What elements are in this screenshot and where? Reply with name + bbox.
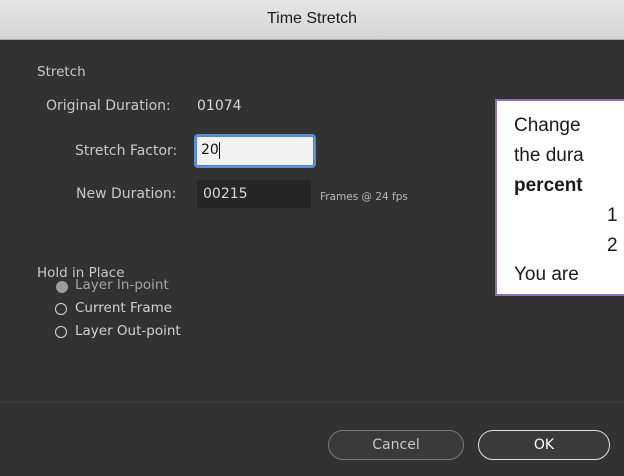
callout-line-5: 2	[607, 235, 618, 256]
original-duration-label: Original Duration:	[46, 98, 171, 114]
frames-rate-note: Frames @ 24 fps	[320, 191, 408, 203]
layer-out-point-radio[interactable]	[55, 326, 67, 338]
button-row-divider	[0, 402, 624, 403]
instruction-callout: Change the dura percent 1 2 You are	[495, 99, 624, 296]
new-duration-label: New Duration:	[76, 186, 177, 202]
stretch-factor-input[interactable]: 20	[196, 136, 314, 166]
stretch-factor-label: Stretch Factor:	[75, 143, 178, 159]
text-caret	[219, 142, 220, 159]
layer-in-point-radio[interactable]	[56, 281, 68, 293]
layer-out-point-label[interactable]: Layer Out-point	[75, 323, 181, 339]
callout-line-1: Change	[514, 115, 581, 136]
stretch-section-label: Stretch	[37, 64, 86, 80]
new-duration-value: 00215	[203, 186, 248, 202]
callout-line-4: 1	[607, 205, 618, 226]
stretch-factor-value: 20	[201, 142, 219, 158]
layer-in-point-label[interactable]: Layer In-point	[75, 277, 169, 293]
callout-line-2: the dura	[514, 145, 584, 166]
callout-line-3: percent	[514, 175, 583, 196]
callout-line-6: You are	[514, 264, 579, 285]
original-duration-value: 01074	[197, 98, 242, 114]
ok-button[interactable]: OK	[478, 430, 610, 460]
cancel-button[interactable]: Cancel	[328, 430, 464, 460]
title-bar: Time Stretch	[0, 0, 624, 40]
dialog-title: Time Stretch	[266, 10, 358, 27]
time-stretch-dialog: Time Stretch Stretch Original Duration: …	[0, 0, 624, 476]
current-frame-label[interactable]: Current Frame	[75, 300, 172, 316]
current-frame-radio[interactable]	[55, 303, 67, 315]
